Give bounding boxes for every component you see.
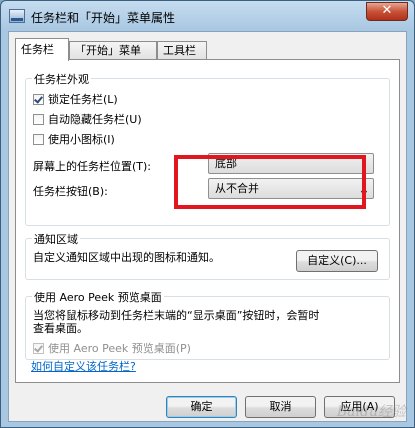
taskbar-buttons-value: 从不合并	[215, 182, 259, 195]
notification-description: 自定义通知区域中出现的图标和通知。	[33, 251, 220, 264]
taskbar-appearance-group: 任务栏外观 锁定任务栏(L) 自动隐藏任务栏(U) 使用小图标(I) 屏幕上的任…	[25, 71, 390, 226]
group-title-aero-peek: 使用 Aero Peek 预览桌面	[32, 289, 164, 305]
group-title-appearance: 任务栏外观	[32, 71, 91, 87]
taskbar-location-label: 屏幕上的任务栏位置(T):	[33, 160, 152, 173]
small-icons-label: 使用小图标(I)	[48, 133, 115, 146]
small-icons-checkbox[interactable]: 使用小图标(I)	[33, 131, 115, 146]
auto-hide-label: 自动隐藏任务栏(U)	[48, 113, 142, 126]
taskbar-app-icon	[9, 9, 25, 23]
checkbox-checked-icon[interactable]	[33, 93, 44, 105]
dialog-window: 任务栏和「开始」菜单属性 ✕ 任务栏 「开始」菜单 工具栏 任务栏外观 锁定任务…	[0, 0, 415, 428]
help-link[interactable]: 如何自定义该任务栏?	[31, 358, 136, 374]
taskbar-buttons-dropdown[interactable]: 从不合并 ▼	[208, 178, 374, 199]
notification-area-group: 通知区域 自定义通知区域中出现的图标和通知。 自定义(C)...	[25, 231, 390, 280]
group-title-notification: 通知区域	[32, 231, 80, 247]
cancel-button[interactable]: 取消	[245, 396, 316, 418]
customize-button[interactable]: 自定义(C)...	[296, 250, 378, 272]
watermark-logo: Baidu经验	[336, 404, 406, 420]
aero-peek-group: 使用 Aero Peek 预览桌面 当您将鼠标移动到任务栏末端的“显示桌面”按钮…	[25, 289, 390, 360]
tab-start-menu[interactable]: 「开始」菜单	[69, 41, 157, 59]
checkbox-unchecked-icon[interactable]	[33, 113, 44, 125]
lock-taskbar-checkbox[interactable]: 锁定任务栏(L)	[33, 91, 118, 106]
auto-hide-checkbox[interactable]: 自动隐藏任务栏(U)	[33, 111, 142, 126]
tab-taskbar[interactable]: 任务栏	[15, 38, 69, 61]
ok-button[interactable]: 确定	[166, 396, 237, 418]
chevron-down-icon: ▼	[360, 189, 367, 198]
lock-taskbar-label: 锁定任务栏(L)	[48, 93, 118, 106]
aero-peek-description-line2: 查看桌面。	[33, 322, 88, 335]
window-title: 任务栏和「开始」菜单属性	[31, 11, 176, 25]
close-button[interactable]: ✕	[366, 2, 408, 21]
aero-peek-checkbox-label: 使用 Aero Peek 预览桌面(P)	[48, 342, 191, 355]
taskbar-tab-panel: 任务栏外观 锁定任务栏(L) 自动隐藏任务栏(U) 使用小图标(I) 屏幕上的任…	[15, 59, 400, 383]
aero-peek-checkbox: 使用 Aero Peek 预览桌面(P)	[33, 340, 191, 355]
checkbox-checked-disabled-icon	[33, 342, 44, 354]
taskbar-location-dropdown[interactable]: 底部	[208, 153, 374, 174]
title-bar[interactable]: 任务栏和「开始」菜单属性 ✕	[1, 1, 414, 31]
taskbar-location-value: 底部	[215, 157, 237, 170]
checkbox-unchecked-icon[interactable]	[33, 133, 44, 145]
taskbar-buttons-label: 任务栏按钮(B):	[33, 185, 108, 198]
tab-toolbars[interactable]: 工具栏	[157, 41, 207, 59]
dialog-client: 任务栏 「开始」菜单 工具栏 任务栏外观 锁定任务栏(L) 自动隐藏任务栏(U)…	[8, 31, 407, 422]
